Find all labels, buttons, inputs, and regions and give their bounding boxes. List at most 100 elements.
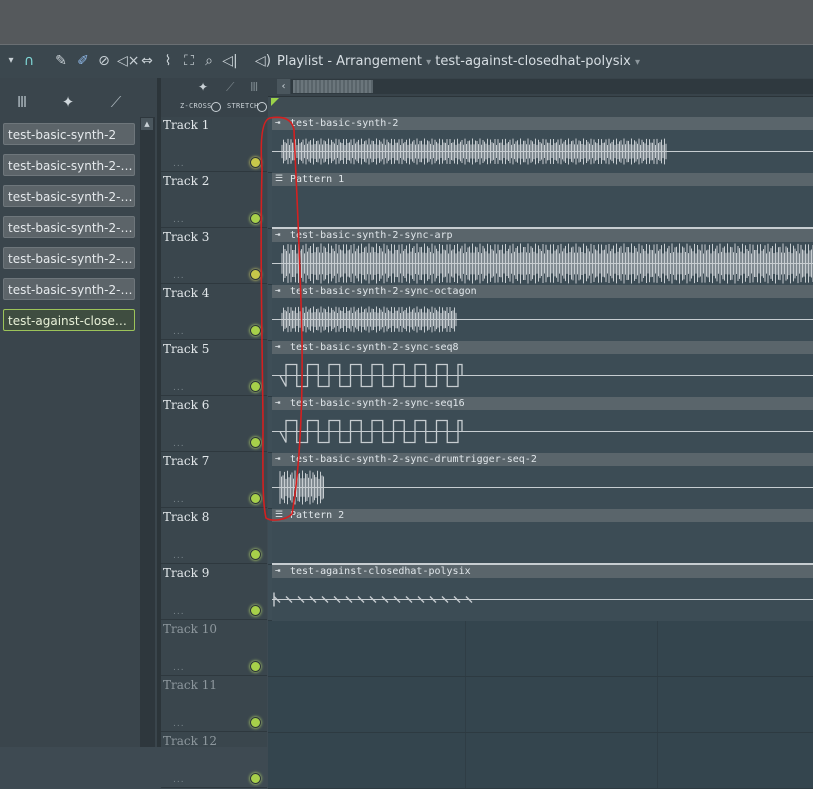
clip-title[interactable]: ⇥ test-basic-synth-2-sync-seq8 (272, 341, 813, 354)
playlist-clip[interactable]: ⇥ test-against-closedhat-polysix (272, 565, 813, 621)
playlist-clip[interactable]: ⇥ test-basic-synth-2-sync-drumtrigger-seq… (272, 453, 813, 509)
paint-icon[interactable]: ✐ (74, 52, 92, 70)
track-mute-led[interactable] (250, 773, 261, 784)
track-lane[interactable]: ⇥ test-against-closedhat-polysix (268, 565, 813, 621)
track-header[interactable]: Track 2... (161, 173, 267, 228)
track-mute-led[interactable] (250, 717, 261, 728)
track-header[interactable]: Track 1... (161, 117, 267, 172)
track-grip-icon[interactable]: ... (173, 271, 185, 281)
track-mute-led[interactable] (250, 269, 261, 280)
speaker-icon[interactable]: ◁) (254, 52, 272, 70)
pattern-item[interactable]: test-basic-synth-2-sync.. (3, 278, 135, 300)
track-lane[interactable]: ⇥ test-basic-synth-2-sync-seq8 (268, 341, 813, 397)
timeline-ruler[interactable] (268, 96, 813, 117)
track-header[interactable]: Track 6... (161, 397, 267, 452)
playback-icon[interactable]: ◁| (221, 52, 239, 70)
track-name[interactable]: Track 5 (163, 342, 209, 356)
track-grip-icon[interactable]: ... (173, 719, 185, 729)
title-dropdown-icon[interactable]: ▾ (426, 57, 431, 68)
playlist-clip[interactable]: ☰ Pattern 1 (272, 173, 813, 229)
track-mute-led[interactable] (250, 157, 261, 168)
clip-title[interactable]: ⇥ test-against-closedhat-polysix (272, 565, 813, 578)
track-mute-led[interactable] (250, 437, 261, 448)
track-grip-icon[interactable]: ... (173, 663, 185, 673)
clip-title[interactable]: ⇥ test-basic-synth-2-sync-arp (272, 229, 813, 242)
dropdown-arrow-icon[interactable]: ▾ (2, 52, 20, 70)
playlist-clip[interactable]: ⇥ test-basic-synth-2-sync-arp (272, 229, 813, 285)
clip-title[interactable]: ☰ Pattern 1 (272, 173, 813, 186)
playlist-clip[interactable]: ⇥ test-basic-synth-2-sync-octagon (272, 285, 813, 341)
magnet-icon[interactable]: ∩ (20, 52, 38, 70)
stretch-toggle[interactable] (257, 102, 267, 112)
track-header[interactable]: Track 9... (161, 565, 267, 620)
clip-title[interactable]: ⇥ test-basic-synth-2-sync-drumtrigger-seq… (272, 453, 813, 466)
piano-roll-icon[interactable]: Ⅲ (2, 87, 42, 117)
track-lane[interactable]: ⇥ test-basic-synth-2-sync-drumtrigger-seq… (268, 453, 813, 509)
track-lane[interactable]: ⇥ test-basic-synth-2-sync-arp (268, 229, 813, 285)
track-grip-icon[interactable]: ... (173, 775, 185, 785)
track-mute-led[interactable] (250, 325, 261, 336)
track-lane[interactable]: ⇥ test-basic-synth-2-sync-octagon (268, 285, 813, 341)
track-mute-led[interactable] (250, 381, 261, 392)
track-name[interactable]: Track 1 (163, 118, 209, 132)
clip-title[interactable]: ☰ Pattern 2 (272, 509, 813, 522)
track-name[interactable]: Track 10 (163, 622, 217, 636)
track-mute-led[interactable] (250, 605, 261, 616)
track-header[interactable]: Track 10... (161, 621, 267, 676)
track-lane[interactable] (268, 621, 813, 677)
audio-clip-icon[interactable]: ✦ (198, 80, 208, 94)
track-lane[interactable]: ⇥ test-basic-synth-2 (268, 117, 813, 173)
track-grip-icon[interactable]: ... (173, 495, 185, 505)
track-header[interactable]: Track 12... (161, 733, 267, 788)
slice-icon[interactable]: ⌇ (159, 52, 177, 70)
pattern-dropdown-icon[interactable]: ▾ (635, 57, 640, 68)
playlist-title[interactable]: Playlist - Arrangement ▾ test-against-cl… (277, 54, 640, 69)
audio-icon[interactable]: ✦ (48, 87, 88, 117)
track-lane[interactable]: ⇥ test-basic-synth-2-sync-seq16 (268, 397, 813, 453)
track-grip-icon[interactable]: ... (173, 551, 185, 561)
scrollbar-thumb[interactable] (293, 80, 373, 93)
track-name[interactable]: Track 7 (163, 454, 209, 468)
zcross-toggle[interactable] (211, 102, 221, 112)
scroll-left-icon[interactable]: ‹ (277, 79, 290, 94)
track-header[interactable]: Track 5... (161, 341, 267, 396)
select-icon[interactable]: ⛶ (180, 52, 198, 70)
track-grip-icon[interactable]: ... (173, 439, 185, 449)
track-grip-icon[interactable]: ... (173, 383, 185, 393)
track-grip-icon[interactable]: ... (173, 215, 185, 225)
track-name[interactable]: Track 3 (163, 230, 209, 244)
track-name[interactable]: Track 4 (163, 286, 209, 300)
track-grip-icon[interactable]: ... (173, 607, 185, 617)
track-lane[interactable]: ☰ Pattern 2 (268, 509, 813, 565)
track-grip-icon[interactable]: ... (173, 159, 185, 169)
track-name[interactable]: Track 6 (163, 398, 209, 412)
picker-scrollbar[interactable] (140, 117, 155, 747)
mute-icon[interactable]: ◁× (117, 52, 140, 70)
track-grip-icon[interactable]: ... (173, 327, 185, 337)
track-mute-led[interactable] (250, 549, 261, 560)
playhead-marker[interactable] (271, 98, 279, 106)
track-name[interactable]: Track 9 (163, 566, 209, 580)
pattern-item[interactable]: test-basic-synth-2-sync.. (3, 154, 135, 176)
track-mute-led[interactable] (250, 493, 261, 504)
playlist-clip[interactable]: ⇥ test-basic-synth-2-sync-seq8 (272, 341, 813, 397)
playlist-clip[interactable]: ⇥ test-basic-synth-2 (272, 117, 813, 173)
playlist-clip[interactable]: ⇥ test-basic-synth-2-sync-seq16 (272, 397, 813, 453)
track-name[interactable]: Track 12 (163, 734, 217, 748)
delete-icon[interactable]: ⊘ (95, 52, 113, 70)
track-lane[interactable]: ☰ Pattern 1 (268, 173, 813, 229)
pattern-item[interactable]: test-basic-synth-2-sync.. (3, 185, 135, 207)
clip-title[interactable]: ⇥ test-basic-synth-2-sync-seq16 (272, 397, 813, 410)
track-lane[interactable] (268, 677, 813, 733)
track-header[interactable]: Track 11... (161, 677, 267, 732)
pencil-icon[interactable]: ✎ (52, 52, 70, 70)
track-name[interactable]: Track 8 (163, 510, 209, 524)
pattern-item[interactable]: test-basic-synth-2-sync.. (3, 216, 135, 238)
track-mute-led[interactable] (250, 661, 261, 672)
automation-icon[interactable]: ⟋ (96, 87, 136, 117)
track-mute-led[interactable] (250, 213, 261, 224)
track-header[interactable]: Track 7... (161, 453, 267, 508)
automation-clip-icon[interactable]: ⟋ (226, 80, 234, 95)
playlist-clip[interactable]: ☰ Pattern 2 (272, 509, 813, 565)
track-header[interactable]: Track 4... (161, 285, 267, 340)
